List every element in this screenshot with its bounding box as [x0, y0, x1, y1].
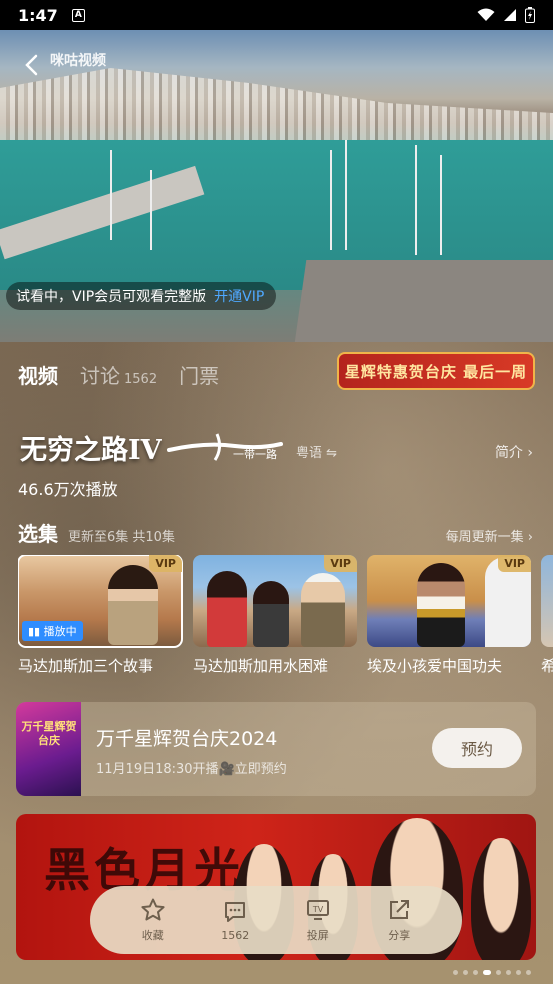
bottom-action-bar: 收藏 1562 TV 投屏 分享: [90, 886, 462, 954]
video-frame-mast: [150, 170, 152, 250]
vip-badge: VIP: [324, 555, 357, 572]
thumbnail-figure: [207, 571, 247, 647]
live-schedule: 11月19日18:30开播🎥立即预约: [96, 762, 287, 777]
banner-figure: [471, 838, 531, 960]
carousel-dot: [453, 970, 458, 975]
episode-title: 埃及小孩爱中国功夫: [367, 657, 503, 675]
video-logo: 咪咕视频: [50, 53, 106, 69]
episode-thumbnail: VIP: [367, 555, 531, 647]
episode-item[interactable]: VIP ▮▮ 播放中 马达加斯加三个故事: [18, 555, 183, 676]
reserve-button[interactable]: 预约: [432, 728, 522, 768]
signal-icon: [504, 9, 516, 21]
cast-icon: TV: [306, 900, 329, 920]
svg-text:TV: TV: [312, 905, 324, 914]
wifi-icon: [477, 8, 495, 21]
episode-list: VIP ▮▮ 播放中 马达加斯加三个故事 VIP 马达加斯加用水困难 VIP 埃…: [18, 555, 553, 685]
live-reservation-card[interactable]: 万千星辉贺台庆 万千星辉贺台庆2024 11月19日18:30开播🎥立即预约 预…: [16, 702, 536, 796]
favorite-button[interactable]: 收藏: [140, 897, 166, 943]
tab-discussion[interactable]: 讨论 1562: [80, 360, 157, 389]
trial-notice: 试看中，VIP会员可观看完整版 开通VIP: [6, 282, 277, 310]
tab-tickets[interactable]: 门票: [179, 360, 219, 389]
share-icon: [390, 900, 410, 919]
carousel-dot: [506, 970, 511, 975]
episode-title: 马达加斯加三个故事: [18, 657, 154, 675]
language-tag[interactable]: 粤语 ⇋: [296, 442, 337, 461]
carousel-dot: [496, 970, 501, 975]
video-frame-mast: [345, 140, 347, 250]
status-icons: [477, 7, 535, 23]
video-frame-dock: [293, 260, 553, 342]
video-frame-mast: [110, 150, 112, 240]
episode-title: 希: [541, 657, 553, 675]
video-frame-mast: [330, 150, 332, 250]
intro-link[interactable]: 简介 ›: [495, 442, 533, 462]
poster-text: 万千星辉贺台庆: [21, 720, 77, 747]
carousel-dot: [516, 970, 521, 975]
cast-label: 投屏: [306, 929, 329, 942]
content-tabs: 视频 讨论 1562 门票: [18, 360, 219, 389]
thumbnail-figure: [301, 573, 345, 647]
now-playing-badge: ▮▮ 播放中: [22, 621, 83, 641]
show-title: 无穷之路IV: [20, 435, 162, 466]
carousel-dot-active: [483, 970, 491, 975]
thumbnail-figure: [253, 581, 289, 647]
brush-text: 一带一路: [233, 448, 277, 461]
status-bar: 1:47 A: [0, 0, 553, 30]
episode-item[interactable]: 希: [541, 555, 553, 676]
promo-banner-button[interactable]: 星辉特惠贺台庆 最后一周: [337, 352, 535, 390]
trial-text: 试看中，VIP会员可观看完整版: [16, 289, 207, 305]
episode-thumbnail: [541, 555, 553, 647]
vip-badge: VIP: [149, 555, 182, 572]
status-time: 1:47: [18, 5, 58, 25]
back-icon[interactable]: [18, 50, 48, 80]
carousel-indicator: [453, 970, 531, 975]
status-indicator-icon: A: [71, 8, 85, 22]
carousel-dot: [463, 970, 468, 975]
discussion-count: 1562: [124, 372, 158, 387]
carousel-dot: [526, 970, 531, 975]
episode-thumbnail: VIP ▮▮ 播放中: [18, 555, 183, 648]
episodes-section-title: 选集: [18, 522, 58, 546]
play-count: 46.6万次播放: [18, 480, 118, 499]
comment-button[interactable]: 1562: [221, 899, 249, 942]
cast-button[interactable]: TV 投屏: [305, 897, 331, 943]
open-vip-link[interactable]: 开通VIP: [214, 286, 264, 306]
live-title: 万千星辉贺台庆2024: [96, 728, 278, 750]
episode-thumbnail: VIP: [193, 555, 357, 647]
battery-icon: [525, 7, 535, 23]
video-frame-mast: [440, 155, 442, 255]
comment-icon: [225, 901, 246, 922]
share-label: 分享: [388, 929, 411, 942]
thumbnail-figure: [417, 563, 465, 647]
thumbnail-figure: [108, 565, 158, 645]
video-frame-mast: [415, 145, 417, 255]
episode-title: 马达加斯加用水困难: [193, 657, 329, 675]
brush-calligraphy-icon: 一带一路: [167, 433, 283, 461]
comment-count: 1562: [221, 928, 250, 942]
episode-item[interactable]: VIP 埃及小孩爱中国功夫: [367, 555, 531, 676]
favorite-label: 收藏: [141, 929, 164, 942]
tab-video[interactable]: 视频: [18, 360, 58, 389]
carousel-dot: [473, 970, 478, 975]
star-icon: [141, 898, 165, 921]
video-player[interactable]: 咪咕视频 试看中，VIP会员可观看完整版 开通VIP: [0, 30, 553, 342]
share-button[interactable]: 分享: [386, 897, 412, 943]
vip-badge: VIP: [498, 555, 531, 572]
episodes-update-status: 更新至6集 共10集: [68, 530, 175, 545]
episode-item[interactable]: VIP 马达加斯加用水困难: [193, 555, 357, 676]
episodes-more-link[interactable]: 每周更新一集 ›: [446, 526, 533, 545]
live-poster: 万千星辉贺台庆: [16, 702, 81, 796]
